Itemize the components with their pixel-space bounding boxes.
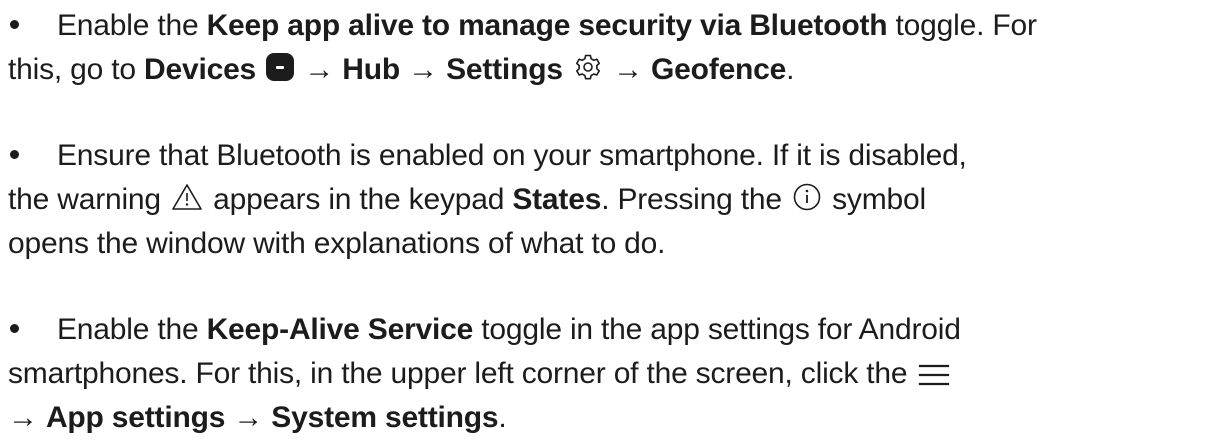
warning-icon xyxy=(171,181,203,211)
bullet-icon xyxy=(10,19,19,29)
nav-settings: Settings xyxy=(446,53,563,86)
text: . Pressing the xyxy=(601,183,790,216)
text: toggle in the app settings for Android xyxy=(473,313,961,346)
gear-icon xyxy=(573,51,603,81)
arrow: → xyxy=(225,401,272,434)
line: opens the window with explanations of wh… xyxy=(8,222,1203,266)
devices-icon xyxy=(266,53,295,82)
text: this, go to xyxy=(8,53,145,86)
toggle-name: Keep app alive to manage security via Bl… xyxy=(206,9,888,42)
arrow: → xyxy=(296,53,343,86)
toggle-name: Keep-Alive Service xyxy=(206,313,474,346)
line: the warning appears in the keypad States… xyxy=(8,178,1203,222)
nav-system-settings: System settings xyxy=(271,401,499,434)
list-item-keep-alive-service: Enable the Keep-Alive Service toggle in … xyxy=(8,308,1203,440)
text: toggle. For xyxy=(887,9,1037,42)
bullet-icon xyxy=(10,323,19,333)
instruction-list: Enable the Keep app alive to manage secu… xyxy=(0,0,1205,434)
nav-devices: Devices xyxy=(144,53,257,86)
arrow: → xyxy=(604,53,652,86)
arrow: → xyxy=(399,53,447,86)
line: Ensure that Bluetooth is enabled on your… xyxy=(8,134,1203,178)
nav-app-settings: App settings xyxy=(45,401,226,434)
line: smartphones. For this, in the upper left… xyxy=(8,352,1203,396)
text: Enable the xyxy=(57,9,207,42)
text: Ensure that Bluetooth is enabled on your… xyxy=(57,139,967,172)
text: . xyxy=(786,53,795,86)
line: Enable the Keep app alive to manage secu… xyxy=(8,4,1203,48)
info-icon xyxy=(792,181,822,211)
arrow: → xyxy=(8,401,46,434)
line: → App settings → System settings. xyxy=(8,396,1203,440)
text: symbol xyxy=(823,183,926,216)
menu-icon xyxy=(918,357,950,386)
text: Enable the xyxy=(57,313,207,346)
text: . xyxy=(498,401,507,434)
line: Enable the Keep-Alive Service toggle in … xyxy=(8,308,1203,352)
text: appears in the keypad xyxy=(205,183,513,216)
bullet-icon xyxy=(10,149,19,159)
nav-geofence: Geofence xyxy=(651,53,787,86)
list-item-keep-app-alive: Enable the Keep app alive to manage secu… xyxy=(8,4,1203,92)
text: the warning xyxy=(8,183,170,216)
nav-hub: Hub xyxy=(342,53,400,86)
line: this, go to Devices → Hub → Settings → G… xyxy=(8,48,1203,92)
keypad-states: States xyxy=(512,183,602,216)
text: opens the window with explanations of wh… xyxy=(8,227,666,260)
list-item-bluetooth-enabled: Ensure that Bluetooth is enabled on your… xyxy=(8,134,1203,266)
text: smartphones. For this, in the upper left… xyxy=(8,357,916,390)
